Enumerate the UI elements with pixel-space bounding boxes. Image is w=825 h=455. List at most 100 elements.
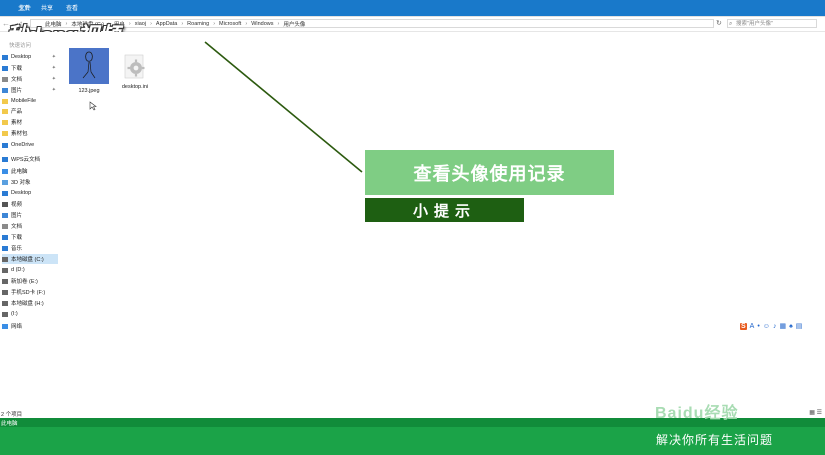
brand-watermark: Baidu经验 (655, 405, 739, 422)
breadcrumb-separator-icon: › (213, 20, 216, 27)
sidebar-item[interactable]: 图片 ✦ (2, 85, 58, 95)
overlay-tip: 小提示 (365, 198, 524, 222)
picture-icon (2, 212, 8, 218)
desktop-icon (2, 54, 8, 60)
breadcrumb-item[interactable]: Windows (251, 21, 273, 27)
breadcrumb-item[interactable]: Roaming (187, 21, 209, 27)
sidebar-item[interactable]: d (D:) (2, 265, 58, 275)
sidebar-item-label: WPS云文档 (11, 157, 41, 163)
download-icon (2, 234, 8, 240)
video-icon (2, 201, 8, 207)
sidebar-item-label: 本地磁盘 (C:) (11, 257, 44, 263)
sidebar-item[interactable]: 素材 (2, 117, 58, 127)
sidebar-item[interactable]: 文档 (2, 221, 58, 231)
footer-slogan: 解决你所有生活问题 (656, 433, 774, 447)
sidebar-item[interactable]: 音乐 (2, 243, 58, 253)
sidebar-item[interactable]: 此电脑 (2, 166, 58, 176)
cloud-icon (2, 142, 8, 148)
breadcrumb-item[interactable]: xiaoj (135, 21, 146, 27)
overlay-title: 查看头像使用记录 (365, 150, 614, 195)
pin-icon[interactable]: ✦ (52, 76, 56, 82)
tab-share[interactable]: 共享 (41, 3, 53, 12)
drive-icon (2, 289, 8, 295)
breadcrumb-item[interactable]: Microsoft (219, 21, 241, 27)
item-count: 2 个项目 (1, 412, 23, 418)
computer-icon (2, 168, 8, 174)
sidebar-item[interactable]: 产品 (2, 106, 58, 116)
sidebar-item[interactable]: 文档 ✦ (2, 74, 58, 84)
refresh-icon[interactable]: ↻ (716, 19, 722, 27)
drive-icon (2, 300, 8, 306)
ime-logo-icon[interactable]: S (740, 322, 747, 330)
sidebar-item[interactable]: Desktop ✦ (2, 52, 58, 62)
file-item-image[interactable]: 123.jpeg (66, 48, 112, 94)
sidebar-item[interactable]: 素材包 (2, 128, 58, 138)
search-input[interactable]: ⌕ 搜索"用户头像" (727, 19, 817, 28)
navigation-pane: 快速访问 Desktop ✦ 下载 ✦ 文档 ✦ 图片 ✦ MobileFile 产品 素材 素材包 O… (0, 32, 58, 410)
ime-lang-toggle[interactable]: A (750, 323, 755, 330)
download-icon (2, 65, 8, 71)
mouse-cursor-icon (89, 101, 97, 111)
sidebar-item-label: (I:) (11, 311, 18, 317)
sidebar-item-label: 下载 (11, 235, 23, 241)
network-icon (2, 323, 8, 329)
drive-icon (2, 311, 8, 317)
sidebar-item[interactable]: 本地磁盘 (H:) (2, 298, 58, 308)
search-placeholder: 搜索"用户头像" (736, 21, 773, 27)
folder-icon (2, 98, 8, 104)
sidebar-item[interactable]: 下载 (2, 232, 58, 242)
portrait-sketch-icon (69, 48, 109, 84)
ime-grid-icon[interactable]: ▤ (796, 322, 803, 330)
sidebar-item-label: 网络 (11, 324, 23, 330)
ime-keyboard-icon[interactable]: ▦ (779, 322, 786, 330)
sidebar-item[interactable]: 3D 对象 (2, 177, 58, 187)
drive-icon (2, 267, 8, 273)
drive-icon (2, 256, 8, 262)
ribbon: 文件 主页 共享 查看 (0, 0, 825, 16)
view-toggle-icon[interactable]: ▦ ☰ (809, 409, 822, 416)
sidebar-item[interactable]: (I:) (2, 309, 58, 319)
sidebar-quick-access[interactable]: 快速访问 (9, 40, 65, 50)
sidebar-item[interactable]: 新加卷 (E:) (2, 276, 58, 286)
address-bar[interactable]: 此电脑 › 本地磁盘 (C:) › 用户 › xiaoj › AppData › Roam… (30, 19, 714, 28)
breadcrumb-separator-icon: › (277, 20, 280, 27)
picture-icon (2, 87, 8, 93)
ime-smile-icon[interactable]: ☺ (763, 323, 770, 330)
sidebar-item[interactable]: OneDrive (2, 140, 58, 150)
sidebar-item-label: 本地磁盘 (H:) (11, 301, 44, 307)
ime-mic-icon[interactable]: ♪ (773, 323, 777, 330)
sidebar-item[interactable]: 网络 (2, 321, 58, 331)
sidebar-item-label: 文档 (11, 224, 23, 230)
folder-icon (2, 119, 8, 125)
sidebar-item-label: 音乐 (11, 246, 23, 252)
ime-toolbar: S A • ☺ ♪ ▦ ♠ ▤ (740, 321, 802, 331)
sidebar-item[interactable]: 图片 (2, 210, 58, 220)
pin-icon[interactable]: ✦ (52, 65, 56, 71)
settings-file-icon (122, 54, 148, 80)
sidebar-item[interactable]: 视频 (2, 199, 58, 209)
ime-shirt-icon[interactable]: ♠ (789, 323, 793, 330)
breadcrumb-separator-icon: › (181, 20, 184, 27)
tab-home[interactable]: 主页 (18, 3, 30, 12)
sidebar-item-label: 文档 (11, 77, 23, 83)
sidebar-item-label: Desktop (11, 54, 32, 60)
breadcrumb-item[interactable]: AppData (156, 21, 177, 27)
file-item-settings[interactable]: desktop.ini (112, 48, 158, 90)
sidebar-item[interactable]: Desktop (2, 188, 58, 198)
search-icon: ⌕ (729, 21, 733, 27)
ime-dot-icon[interactable]: • (757, 323, 759, 330)
taskbar-label[interactable]: 此电脑 (1, 419, 18, 427)
sidebar-item[interactable]: 本地磁盘 (C:) (2, 254, 58, 264)
sidebar-item[interactable]: MobileFile (2, 96, 58, 106)
tab-view[interactable]: 查看 (66, 3, 78, 12)
pin-icon[interactable]: ✦ (52, 54, 56, 60)
pin-icon[interactable]: ✦ (52, 87, 56, 93)
drive-icon (2, 278, 8, 284)
breadcrumb-item[interactable]: 用户头像 (283, 20, 305, 28)
sidebar-item[interactable]: WPS云文档 (2, 154, 58, 164)
sidebar-item-label: d (D:) (11, 267, 25, 273)
sidebar-item[interactable]: 手机SD卡 (F:) (2, 287, 58, 297)
sidebar-item[interactable]: 下载 ✦ (2, 63, 58, 73)
cube-icon (2, 179, 8, 185)
breadcrumb-separator-icon: › (245, 20, 248, 27)
